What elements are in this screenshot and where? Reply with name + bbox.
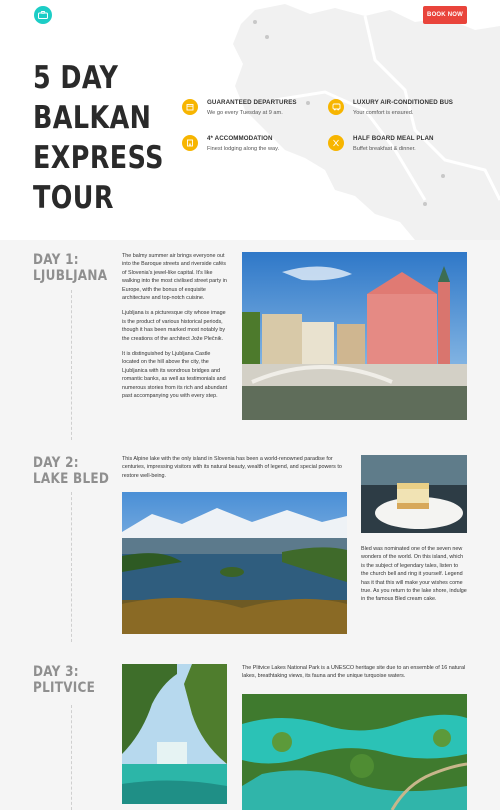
ljubljana-photo xyxy=(242,252,467,420)
feature-description: Finest lodging along the way. xyxy=(207,146,280,152)
suitcase-logo-icon[interactable] xyxy=(34,6,52,24)
paragraph: It is distinguished by Ljubljana Castle … xyxy=(122,351,228,400)
day-location: LAKE BLED xyxy=(33,471,110,487)
day-1-heading: DAY 1: LJUBLJANA xyxy=(33,252,107,284)
day-2-description: Bled was nominated one of the seven new … xyxy=(361,545,467,611)
day-location: PLITVICE xyxy=(33,680,96,696)
timeline-dots xyxy=(71,492,72,642)
feature-description: We go every Tuesday at 9 am. xyxy=(207,110,283,116)
page-title: 5 DAY BALKAN EXPRESS TOUR xyxy=(33,58,164,218)
timeline-dots xyxy=(71,290,72,440)
bus-icon xyxy=(328,99,344,115)
day-2-heading: DAY 2: LAKE BLED xyxy=(33,455,109,487)
title-line: EXPRESS xyxy=(33,140,164,176)
book-now-button[interactable]: BOOK NOW xyxy=(423,6,467,24)
day-1-description: The balmy summer air brings everyone out… xyxy=(122,252,229,408)
lake-bled-photo xyxy=(122,492,347,634)
paragraph: Bled was nominated one of the seven new … xyxy=(361,546,467,603)
day-2-intro: This Alpine lake with the only island in… xyxy=(122,455,350,487)
day-number: DAY 2: xyxy=(33,455,79,471)
title-line: TOUR xyxy=(33,180,114,216)
day-number: DAY 1: xyxy=(33,252,79,268)
feature-description: Buffet breakfast & dinner. xyxy=(353,146,416,152)
day-location: LJUBLJANA xyxy=(33,268,108,284)
feature-title: GUARANTEED DEPARTURES xyxy=(207,99,297,106)
title-line: BALKAN xyxy=(33,100,152,136)
paragraph: The Plitvice Lakes National Park is a UN… xyxy=(242,665,466,680)
plitvice-lakes-photo xyxy=(242,694,467,810)
map-background xyxy=(233,4,500,240)
hotel-icon xyxy=(182,135,198,151)
feature-description: Your comfort is ensured. xyxy=(353,110,414,116)
day-3-heading: DAY 3: PLITVICE xyxy=(33,664,95,696)
paragraph: The balmy summer air brings everyone out… xyxy=(122,253,227,302)
paragraph: Ljubljana is a picturesque city whose im… xyxy=(122,310,226,342)
feature-title: 4* ACCOMMODATION xyxy=(207,135,273,142)
title-line: 5 DAY xyxy=(33,60,119,96)
feature-title: HALF BOARD MEAL PLAN xyxy=(353,135,434,142)
hero-section: BOOK NOW 5 DAY BALKAN EXPRESS TOUR GUARA… xyxy=(0,0,500,240)
feature-title: LUXURY AIR-CONDITIONED BUS xyxy=(353,99,453,106)
paragraph: This Alpine lake with the only island in… xyxy=(122,456,342,479)
day-number: DAY 3: xyxy=(33,664,79,680)
calendar-icon xyxy=(182,99,198,115)
bled-cream-cake-photo xyxy=(361,455,467,533)
timeline-dots xyxy=(71,705,72,810)
day-3-description: The Plitvice Lakes National Park is a UN… xyxy=(242,664,467,688)
meal-icon xyxy=(328,135,344,151)
plitvice-waterfall-photo xyxy=(122,664,227,804)
